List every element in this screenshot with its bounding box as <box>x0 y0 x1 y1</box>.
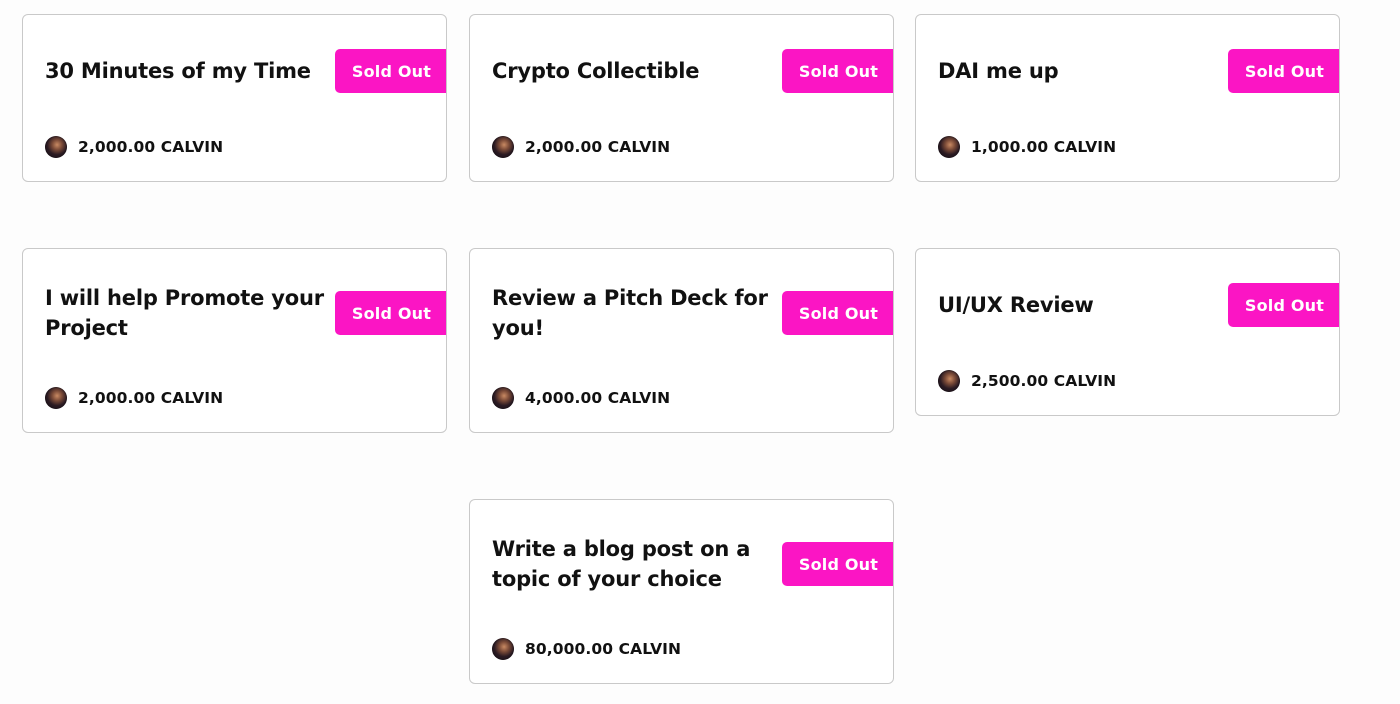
price-row: 2,000.00 CALVIN <box>45 387 223 409</box>
listing-title: Crypto Collectible <box>492 59 700 83</box>
listing-price: 4,000.00 CALVIN <box>525 389 671 407</box>
listing-price: 80,000.00 CALVIN <box>525 640 682 658</box>
listing-title: I will help Promote your Project <box>45 286 324 340</box>
listing-price: 2,000.00 CALVIN <box>525 138 671 156</box>
price-row: 2,000.00 CALVIN <box>45 136 223 158</box>
listing-card[interactable]: I will help Promote your Project Sold Ou… <box>22 248 447 433</box>
seller-avatar <box>938 370 960 392</box>
price-row: 1,000.00 CALVIN <box>938 136 1116 158</box>
listing-title: DAI me up <box>938 59 1059 83</box>
listing-price: 2,000.00 CALVIN <box>78 389 224 407</box>
listing-card[interactable]: Crypto Collectible Sold Out 2,000.00 CAL… <box>469 14 894 182</box>
listing-title: Review a Pitch Deck for you! <box>492 286 768 340</box>
seller-avatar <box>492 387 514 409</box>
seller-avatar <box>45 136 67 158</box>
listing-title: UI/UX Review <box>938 293 1094 317</box>
seller-avatar <box>492 136 514 158</box>
listing-price: 1,000.00 CALVIN <box>971 138 1117 156</box>
price-row: 80,000.00 CALVIN <box>492 638 681 660</box>
listing-card[interactable]: Review a Pitch Deck for you! Sold Out 4,… <box>469 248 894 433</box>
listing-title: 30 Minutes of my Time <box>45 59 311 83</box>
sold-out-button[interactable]: Sold Out <box>782 542 893 586</box>
seller-avatar <box>492 638 514 660</box>
listing-card[interactable]: Write a blog post on a topic of your cho… <box>469 499 894 684</box>
seller-avatar <box>45 387 67 409</box>
price-row: 2,000.00 CALVIN <box>492 136 670 158</box>
sold-out-button[interactable]: Sold Out <box>1228 283 1339 327</box>
sold-out-button[interactable]: Sold Out <box>782 291 893 335</box>
listing-card[interactable]: UI/UX Review Sold Out 2,500.00 CALVIN <box>915 248 1340 416</box>
listing-price: 2,000.00 CALVIN <box>78 138 224 156</box>
price-row: 2,500.00 CALVIN <box>938 370 1116 392</box>
sold-out-button[interactable]: Sold Out <box>1228 49 1339 93</box>
listing-title: Write a blog post on a topic of your cho… <box>492 537 751 591</box>
sold-out-button[interactable]: Sold Out <box>335 291 446 335</box>
seller-avatar <box>938 136 960 158</box>
listing-card[interactable]: DAI me up Sold Out 1,000.00 CALVIN <box>915 14 1340 182</box>
sold-out-button[interactable]: Sold Out <box>782 49 893 93</box>
listing-card[interactable]: 30 Minutes of my Time Sold Out 2,000.00 … <box>22 14 447 182</box>
price-row: 4,000.00 CALVIN <box>492 387 670 409</box>
sold-out-button[interactable]: Sold Out <box>335 49 446 93</box>
listing-price: 2,500.00 CALVIN <box>971 372 1117 390</box>
